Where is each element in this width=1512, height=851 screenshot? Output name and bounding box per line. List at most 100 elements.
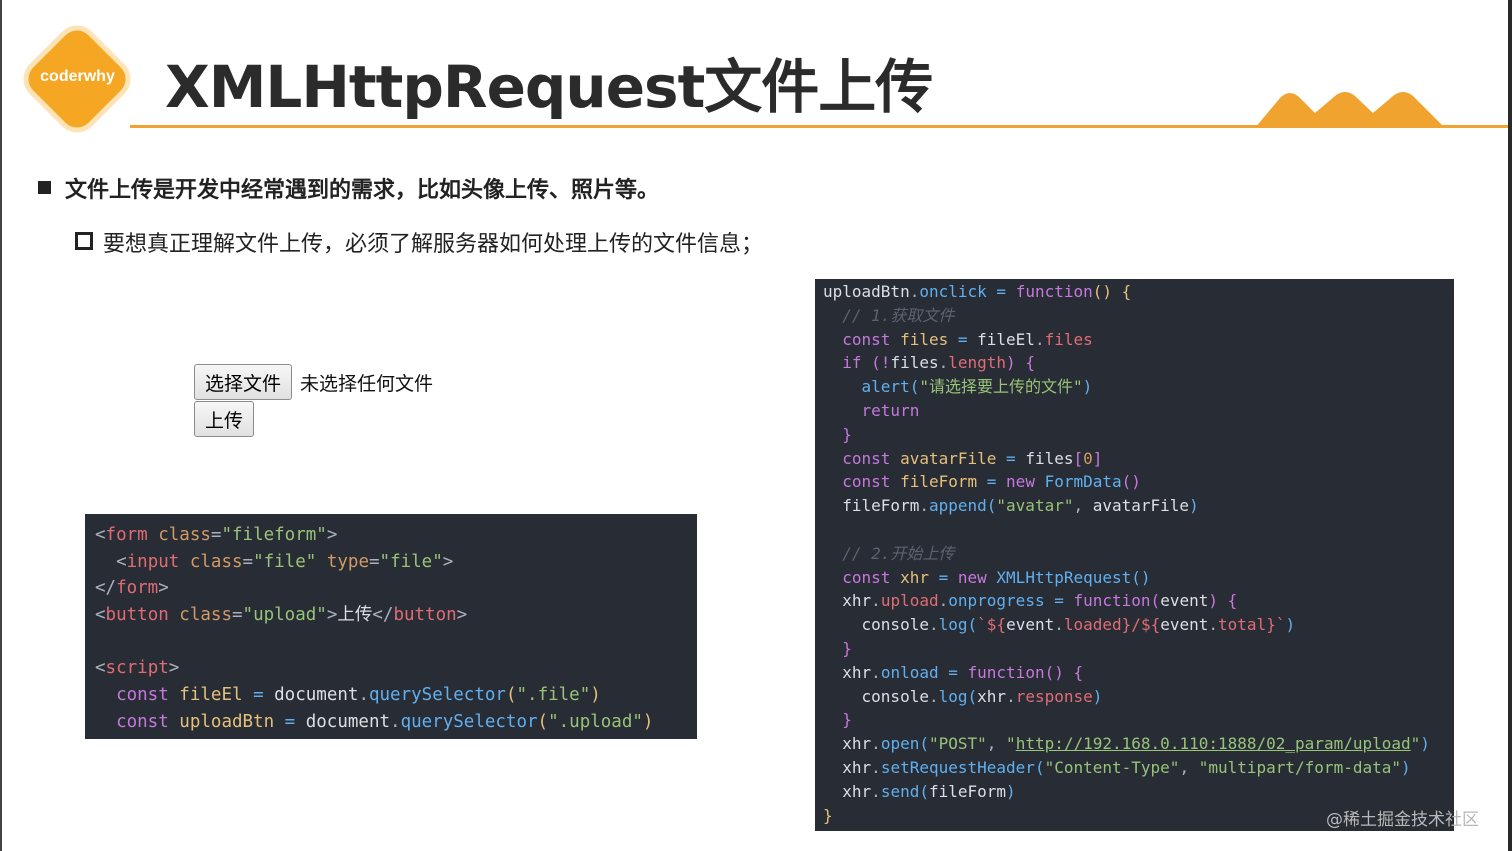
code-line: <script> (95, 655, 687, 682)
code-token: . (1034, 329, 1045, 349)
code-token: send (880, 781, 920, 801)
code-token: ) { (1208, 591, 1238, 611)
code-token: log (938, 615, 968, 635)
code-token: = (274, 711, 306, 732)
code-token: = (242, 685, 275, 706)
watermark: @稀土掘金技术社区 (1326, 810, 1479, 830)
code-token: ( (986, 496, 997, 516)
code-token: fileEl (977, 329, 1035, 349)
code-line: <button class="upload">上传</button> (95, 602, 687, 629)
choose-file-button[interactable]: 选择文件 (194, 364, 293, 400)
code-token: "请选择要上传的文件" (919, 377, 1083, 397)
code-token: button (393, 605, 457, 626)
code-token: fileForm (890, 472, 978, 492)
code-token: < (116, 551, 127, 572)
code-token: . (871, 781, 881, 801)
code-token: const (116, 685, 169, 706)
code-token: type (316, 551, 369, 572)
code-token: xhr (842, 757, 872, 777)
code-token: ) (1189, 496, 1199, 516)
code-token: document (305, 711, 391, 732)
code-token: "Content-Type" (1044, 757, 1180, 777)
code-line: xhr.setRequestHeader("Content-Type", "mu… (823, 756, 1446, 780)
code-token: new (957, 567, 987, 587)
code-token: xhr (890, 567, 929, 587)
code-token: ( (505, 685, 517, 706)
code-token: console (861, 615, 929, 635)
code-token: ) (1092, 686, 1103, 706)
code-token: " (1006, 734, 1016, 754)
code-token: ( (909, 377, 920, 397)
code-token: = (977, 472, 1007, 492)
code-token: . (938, 591, 949, 611)
code-token: setRequestHeader (880, 757, 1035, 777)
slide-title: XMLHttpRequest文件上传 (165, 53, 933, 121)
code-token: . (1208, 615, 1219, 635)
code-token: = (368, 551, 380, 572)
code-token: 0 (1083, 448, 1093, 468)
code-line: const files = fileEl.files (823, 328, 1446, 352)
code-token: xhr (842, 591, 872, 611)
code-line: xhr.open("POST", "http://192.168.0.110:1… (823, 732, 1446, 756)
code-token: </ (372, 605, 394, 626)
code-token: > (442, 551, 454, 572)
code-token: "POST" (928, 734, 987, 754)
code-token: > (158, 578, 169, 599)
upload-button[interactable]: 上传 (194, 401, 255, 437)
code-token: files (1025, 448, 1074, 468)
code-line: if (!files.length) { (823, 351, 1446, 375)
code-token: document (274, 685, 359, 706)
mountains-decoration-icon (1255, 92, 1445, 128)
code-line: } (823, 423, 1446, 447)
code-token: < (95, 658, 106, 679)
code-token: ( (1150, 591, 1161, 611)
bullet-level1: 文件上传是开发中经常遇到的需求，比如头像上传、照片等。 (38, 172, 659, 204)
code-token: . (928, 615, 939, 635)
code-token: = (996, 448, 1026, 468)
code-token: onload (880, 662, 939, 682)
code-token: const (116, 711, 169, 732)
code-token: > (456, 605, 468, 626)
code-token: fileForm (928, 781, 1007, 801)
upload-url-link[interactable]: http://192.168.0.110:1888/02_param/uploa… (1016, 734, 1411, 753)
code-token: const (842, 448, 891, 468)
code-token: ) (1082, 377, 1093, 397)
code-token: [ (1073, 448, 1084, 468)
code-token: FormData (1034, 472, 1122, 492)
code-token: input (126, 551, 180, 572)
file-input-row: 选择文件 未选择任何文件 (194, 364, 433, 400)
code-line: // 1.获取文件 (823, 304, 1446, 328)
code-line: alert("请选择要上传的文件") (823, 375, 1446, 399)
code-token: uploadBtn (823, 282, 910, 301)
code-token: }` (1266, 615, 1286, 635)
code-line: const fileForm = new FormData() (823, 470, 1446, 494)
code-token: event (1160, 591, 1209, 611)
code-line: const uploadBtn = document.querySelector… (95, 709, 687, 736)
code-token: ) (1285, 615, 1296, 635)
code-token: upload (880, 591, 939, 611)
code-token: "avatar" (996, 496, 1074, 516)
code-token: . (1006, 686, 1016, 706)
code-token: function (967, 662, 1045, 682)
code-token: ) (590, 685, 601, 706)
code-token: form (116, 578, 159, 599)
code-token: ( (1034, 757, 1045, 777)
code-token: ) (642, 711, 654, 732)
code-token: if (842, 353, 862, 373)
code-token: } (842, 424, 852, 444)
code-token: (! (861, 353, 891, 373)
code-line: uploadBtn.onclick = function() { (823, 280, 1446, 304)
code-token: > (326, 525, 338, 545)
code-token: open (880, 734, 920, 754)
code-token: files (890, 329, 949, 349)
code-token: "file" (253, 551, 317, 572)
code-token: < (95, 605, 106, 626)
bullet-level2-text: 要想真正理解文件上传，必须了解服务器如何处理上传的文件信息； (103, 232, 764, 257)
code-line: console.log(xhr.response) (823, 685, 1446, 709)
code-token: () (1121, 472, 1141, 492)
code-line: const fileEl = document.querySelector(".… (95, 682, 687, 709)
code-token: "file" (379, 551, 443, 572)
code-token: = (231, 605, 243, 626)
code-token: ) { (1006, 353, 1035, 373)
code-token: class (147, 525, 211, 545)
